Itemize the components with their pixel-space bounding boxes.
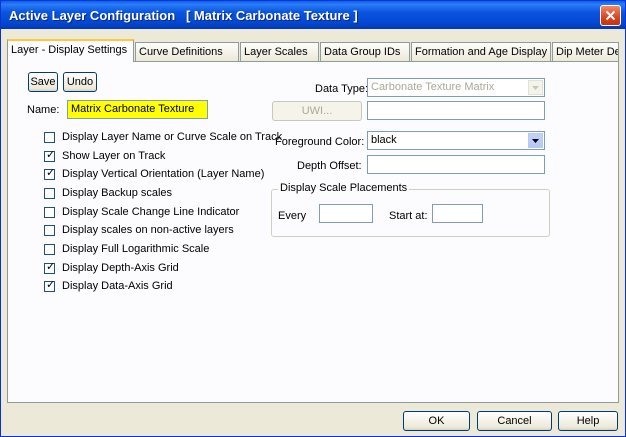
chevron-down-icon[interactable] <box>528 133 543 148</box>
tab-label: Curve Definitions <box>139 46 223 58</box>
checkbox[interactable] <box>44 244 55 255</box>
tab-layer-display-settings[interactable]: Layer - Display Settings <box>7 39 134 62</box>
tab-curve-definitions[interactable]: Curve Definitions <box>135 42 239 61</box>
ok-button[interactable]: OK <box>403 411 470 431</box>
check-icon: ✓ <box>46 167 56 179</box>
tab-label: Formation and Age Display <box>415 46 548 58</box>
tab-dip-meter-definitions[interactable]: Dip Meter Definitions <box>552 42 619 61</box>
tab-layer-scales[interactable]: Layer Scales <box>240 42 319 61</box>
checkbox-label: Display scales on non-active layers <box>62 224 234 236</box>
checkbox[interactable]: ✓ <box>44 167 56 180</box>
checkbox[interactable]: ✓ <box>44 279 56 292</box>
foreground-color-value: black <box>371 134 397 146</box>
start-at-field[interactable] <box>432 204 483 223</box>
tab-strip: Layer - Display Settings Curve Definitio… <box>7 39 619 62</box>
checkbox[interactable]: ✓ <box>44 149 56 162</box>
scale-placements-title: Display Scale Placements <box>278 182 410 194</box>
foreground-color-select[interactable]: black <box>367 131 545 150</box>
dialog-window: Active Layer Configuration [ Matrix Carb… <box>0 0 626 437</box>
close-icon <box>605 10 616 21</box>
name-label: Name: <box>27 104 60 116</box>
tab-label: Layer - Display Settings <box>11 44 128 56</box>
every-label: Every <box>278 210 307 222</box>
check-icon: ✓ <box>46 149 56 161</box>
checkbox[interactable] <box>44 225 55 236</box>
tab-label: Dip Meter Definitions <box>556 46 618 58</box>
save-button[interactable]: Save <box>28 72 58 92</box>
foreground-color-label: Foreground Color: <box>275 136 365 148</box>
tab-data-group-ids[interactable]: Data Group IDs <box>320 42 410 61</box>
checkbox-label: Show Layer on Track <box>62 150 166 162</box>
checkbox-label: Display Depth-Axis Grid <box>62 262 179 274</box>
checkbox[interactable] <box>44 188 55 199</box>
close-button[interactable] <box>600 5 621 26</box>
checkbox-label: Display Scale Change Line Indicator <box>62 206 240 218</box>
uwi-button: UWI... <box>272 101 362 121</box>
cancel-button[interactable]: Cancel <box>477 411 552 431</box>
scale-placements-group: Display Scale Placements Every Start at: <box>271 182 550 237</box>
title-bar[interactable]: Active Layer Configuration [ Matrix Carb… <box>1 1 625 29</box>
data-type-value: Carbonate Texture Matrix <box>371 81 495 93</box>
checkbox-label: Display Backup scales <box>62 187 173 199</box>
start-at-label: Start at: <box>389 210 428 222</box>
checkbox[interactable] <box>44 207 55 218</box>
every-field[interactable] <box>319 204 373 223</box>
checkbox-label: Display Vertical Orientation (Layer Name… <box>62 168 265 180</box>
checkbox-label: Display Data-Axis Grid <box>62 280 173 292</box>
checkbox-label: Display Layer Name or Curve Scale on Tra… <box>62 131 283 143</box>
checkbox-label: Display Full Logarithmic Scale <box>62 243 210 255</box>
data-type-select: Carbonate Texture Matrix <box>367 78 545 97</box>
undo-button[interactable]: Undo <box>63 72 97 92</box>
window-title: Active Layer Configuration [ Matrix Carb… <box>9 8 358 23</box>
check-icon: ✓ <box>46 279 56 291</box>
chevron-down-icon <box>528 80 543 95</box>
depth-offset-label: Depth Offset: <box>297 160 362 172</box>
name-field[interactable]: Matrix Carbonate Texture <box>67 100 208 119</box>
uwi-field[interactable] <box>367 101 545 120</box>
data-type-label: Data Type: <box>315 83 368 95</box>
tab-label: Layer Scales <box>244 46 308 58</box>
check-icon: ✓ <box>46 261 56 273</box>
tab-label: Data Group IDs <box>324 46 401 58</box>
checkbox[interactable] <box>44 132 55 143</box>
tab-formation-and-age-display[interactable]: Formation and Age Display <box>411 42 551 61</box>
depth-offset-field[interactable] <box>367 155 545 174</box>
tab-panel: Save Undo Name: Matrix Carbonate Texture… <box>7 61 619 403</box>
checkbox[interactable]: ✓ <box>44 261 56 274</box>
help-button[interactable]: Help <box>558 411 618 431</box>
